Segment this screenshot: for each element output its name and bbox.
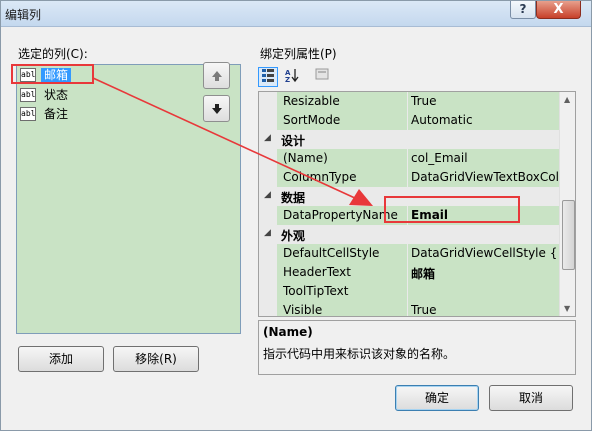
row-gutter — [259, 206, 277, 225]
row-gutter — [259, 149, 277, 168]
textbox-column-icon: abl — [20, 88, 36, 102]
collapse-triangle-icon[interactable]: ◢ — [264, 228, 271, 238]
column-item-label: 状态 — [44, 88, 69, 102]
column-divider — [407, 92, 408, 111]
column-divider — [407, 168, 408, 187]
property-pages-button[interactable] — [312, 67, 332, 87]
property-pages-icon — [315, 68, 329, 80]
arrow-up-icon — [212, 71, 222, 81]
property-name: Visible — [283, 303, 323, 317]
svg-text:Z: Z — [285, 76, 290, 83]
alphabetical-view-button[interactable]: A Z — [282, 67, 302, 87]
column-divider — [407, 282, 408, 301]
row-gutter — [259, 244, 277, 263]
row-gutter — [259, 168, 277, 187]
column-divider — [407, 263, 408, 282]
property-value[interactable]: 邮箱 — [411, 265, 559, 282]
add-button[interactable]: 添加 — [18, 346, 104, 372]
cancel-button[interactable]: 取消 — [489, 385, 573, 411]
annotation-highlight-email-value — [384, 196, 520, 223]
collapse-triangle-icon[interactable]: ◢ — [264, 133, 271, 143]
categorized-icon — [262, 69, 274, 82]
property-value[interactable]: True — [411, 303, 559, 316]
property-row[interactable]: Resizable True — [259, 92, 559, 111]
edit-columns-dialog: 编辑列 ? X 选定的列(C): abl 邮箱 abl 状态 abl 备注 添加… — [0, 0, 592, 431]
property-row[interactable]: HeaderText 邮箱 — [259, 263, 559, 282]
property-row[interactable]: ColumnType DataGridViewTextBoxColu — [259, 168, 559, 187]
category-row-appearance[interactable]: ◢ 外观 — [259, 225, 559, 244]
property-name: DefaultCellStyle — [283, 246, 380, 260]
categorized-view-button[interactable] — [258, 67, 278, 87]
property-value[interactable]: DataGridViewTextBoxColu — [411, 170, 559, 184]
property-value[interactable]: True — [411, 94, 559, 108]
property-description-panel: (Name) 指示代码中用来标识该对象的名称。 — [258, 320, 576, 375]
ok-button[interactable]: 确定 — [395, 385, 479, 411]
description-title: (Name) — [263, 325, 313, 339]
property-row[interactable]: (Name) col_Email — [259, 149, 559, 168]
column-divider — [407, 149, 408, 168]
row-gutter — [259, 282, 277, 301]
column-divider — [407, 111, 408, 130]
annotation-highlight-email-column — [11, 64, 94, 84]
column-item-status[interactable]: abl 状态 — [20, 87, 220, 104]
property-name: Resizable — [283, 94, 340, 108]
property-name: SortMode — [283, 113, 341, 127]
help-button[interactable]: ? — [510, 1, 536, 19]
property-row[interactable]: ToolTipText — [259, 282, 559, 301]
property-row[interactable]: SortMode Automatic — [259, 111, 559, 130]
row-gutter — [259, 111, 277, 130]
textbox-column-icon: abl — [20, 107, 36, 121]
bound-column-properties-label: 绑定列属性(P) — [260, 47, 337, 61]
category-row-design[interactable]: ◢ 设计 — [259, 130, 559, 149]
selected-columns-label: 选定的列(C): — [18, 47, 88, 61]
remove-button[interactable]: 移除(R) — [113, 346, 199, 372]
window-title: 编辑列 — [5, 8, 42, 22]
scroll-thumb[interactable] — [562, 200, 575, 270]
arrow-down-icon — [212, 104, 222, 114]
close-button[interactable]: X — [536, 1, 581, 19]
row-gutter — [259, 301, 277, 316]
category-name: 设计 — [281, 134, 306, 148]
column-divider — [407, 301, 408, 316]
description-text: 指示代码中用来标识该对象的名称。 — [263, 347, 456, 361]
column-item-remark[interactable]: abl 备注 — [20, 106, 220, 123]
column-divider — [407, 244, 408, 263]
property-name: ToolTipText — [283, 284, 349, 298]
row-gutter — [259, 263, 277, 282]
title-bar[interactable]: 编辑列 ? X — [1, 1, 591, 27]
property-name: (Name) — [283, 151, 328, 165]
scroll-up-icon[interactable]: ▲ — [564, 95, 570, 104]
row-gutter — [259, 92, 277, 111]
property-name: ColumnType — [283, 170, 357, 184]
move-down-button[interactable] — [203, 95, 230, 122]
property-value[interactable]: col_Email — [411, 151, 559, 165]
property-value[interactable]: DataGridViewCellStyle { } — [411, 246, 559, 260]
sort-az-icon: A Z — [285, 69, 299, 84]
column-item-label: 备注 — [44, 107, 69, 121]
move-up-button[interactable] — [203, 62, 230, 89]
property-row[interactable]: DefaultCellStyle DataGridViewCellStyle {… — [259, 244, 559, 263]
property-grid-scrollbar[interactable]: ▲ ▼ — [559, 92, 575, 316]
property-value[interactable]: Automatic — [411, 113, 559, 127]
collapse-triangle-icon[interactable]: ◢ — [264, 190, 271, 200]
category-name: 外观 — [281, 229, 306, 243]
property-name: HeaderText — [283, 265, 351, 279]
property-row[interactable]: Visible True — [259, 301, 559, 317]
property-grid-toolbar: A Z — [258, 67, 330, 87]
scroll-down-icon[interactable]: ▼ — [564, 304, 570, 313]
